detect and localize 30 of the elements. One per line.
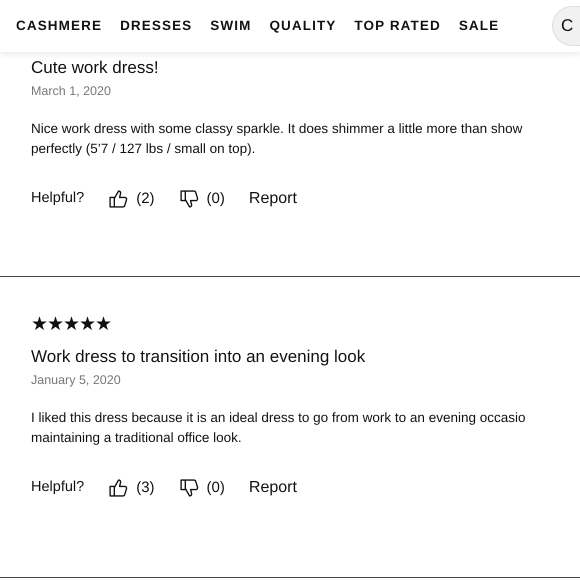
search-field[interactable]: C bbox=[552, 6, 580, 46]
review-title: Work dress to transition into an evening look bbox=[31, 346, 366, 368]
review-title: Cute work dress! bbox=[31, 57, 160, 79]
report-link[interactable]: Report bbox=[248, 476, 297, 500]
filled-star-icon: ★ bbox=[47, 314, 63, 335]
thumbs-up-icon bbox=[108, 478, 128, 498]
thumbs-down-icon bbox=[178, 188, 199, 209]
helpful-label: Helpful? bbox=[31, 478, 84, 497]
thumbs-up-icon bbox=[108, 188, 128, 209]
nav-link[interactable]: SWIM bbox=[210, 16, 252, 36]
thumbs-down-icon bbox=[178, 478, 199, 498]
helpful-yes-button[interactable]: (2) bbox=[108, 188, 155, 210]
helpful-no-button[interactable]: (0) bbox=[178, 476, 225, 499]
nav-link[interactable]: DRESSES bbox=[120, 16, 192, 36]
review-date: January 5, 2020 bbox=[31, 372, 122, 389]
filled-star-icon: ★ bbox=[95, 314, 111, 335]
review-date: March 1, 2020 bbox=[31, 83, 112, 100]
nav-link[interactable]: QUALITY bbox=[269, 16, 336, 36]
review-text: I liked this dress because it is an ideal dress to go from work to an evening occasio maintaining a traditional office look. bbox=[31, 408, 527, 447]
review-text: Nice work dress with some classy sparkle. It does shimmer a little more than show perfectly (5’7 / 127 lbs / small on top). bbox=[31, 120, 524, 158]
nav-link[interactable]: TOP RATED bbox=[354, 16, 441, 36]
filled-star-icon: ★ bbox=[63, 314, 79, 335]
helpful-no-button[interactable]: (0) bbox=[178, 188, 225, 210]
nav-link[interactable]: CASHMERE bbox=[16, 16, 102, 36]
report-link[interactable]: Report bbox=[248, 186, 297, 211]
nav-link[interactable]: SALE bbox=[458, 16, 500, 36]
filled-star-icon: ★ bbox=[31, 314, 47, 335]
helpful-label: Helpful? bbox=[31, 188, 84, 208]
filled-star-icon: ★ bbox=[79, 314, 95, 335]
helpful-yes-button[interactable]: (3) bbox=[108, 476, 155, 499]
